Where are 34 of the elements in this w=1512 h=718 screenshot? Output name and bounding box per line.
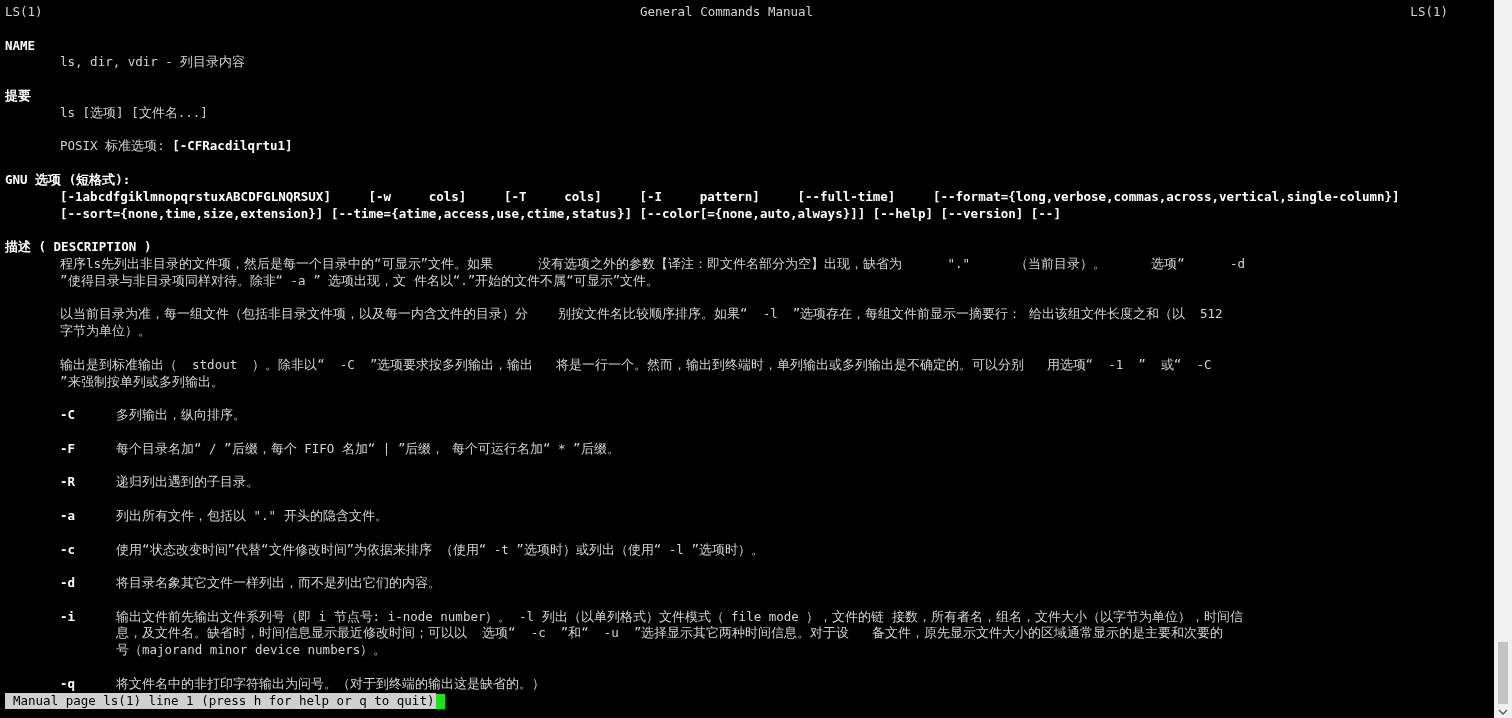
scrollbar[interactable] xyxy=(1494,0,1512,718)
option-name: -C xyxy=(60,407,76,423)
option-description: 将文件名中的非打印字符输出为问号。（对于到终端的输出这是缺省的。） xyxy=(116,675,545,693)
manual-text: 输出是到标准输出（ stdout ）。除非以“ -C ”选项要求按多列输出，输出 将是一行一个。然而，输出到终端时，单列输出或多列输出是不确定的。可以分别 用选项“ -1 ” 或“ -C ”来强制按单列或多列输出。 xyxy=(60,356,1212,391)
manual-text: POSIX 标准选项: [-CFRacdilqrtu1] xyxy=(60,138,293,156)
option-description: 使用“状态改变时间”代替“文件修改时间”为依据来排序 （使用“ -t ”选项时）或列出（使用“ -l ”选项时）。 xyxy=(116,541,764,559)
section-heading: 描述 ( DESCRIPTION ) xyxy=(5,239,152,256)
option-synopsis: [-1abcdfgiklmnopqrstuxABCDFGLNQRSUX] [-w cols] [-T cols] [-I pattern] [--full-time] [--format={long,verbose,commas,across,vertical,single-column}] [--sort={none,time,size,extension}] [--time={atime,access,use,ctime,status}] [--color[={none,auto,always}]] [--help] [--version] [--] xyxy=(60,188,1400,223)
option-description: 递归列出遇到的子目录。 xyxy=(116,474,259,492)
page-header-text: LS(1) xyxy=(5,4,43,21)
option-description: 列出所有文件，包括以 "." 开头的隐含文件。 xyxy=(116,507,388,525)
scroll-down-icon[interactable] xyxy=(1498,709,1508,715)
manual-text: 程序ls先列出非目录的文件项，然后是每一个目录中的“可显示”文件。如果 没有选项之外的参数【译注：即文件名部分为空】出现，缺省为 "." （当前目录）。 选项“ -d ”使得目录与非目录项同样对待。除非“ -a ” 选项出现，文 件名以“.”开始的文件不属“可显示”文件。 xyxy=(60,255,1246,290)
section-heading: 提要 xyxy=(5,88,31,105)
option-name: -a xyxy=(60,507,76,523)
text-cursor xyxy=(436,693,446,709)
option-description: 输出文件前先输出文件系列号（即 i 节点号: i-node number）。 -l 列出（以单列格式）文件模式（ file mode ），文件的链 接数，所有者名，组名，文件大小（以字节为单位），时间信 息，及文件名。缺省时，时间信息显示最近修改时间；可以以 选项“ -c ”和“ -u ”选择显示其它两种时间信息。对于设 备文件，原先显示文件大小的区域通常显示的是主要和次要的 号（majorand minor device numbers）。 xyxy=(116,608,1243,660)
option-name: -c xyxy=(60,541,76,557)
scrollbar-thumb[interactable] xyxy=(1498,642,1508,704)
option-name: -F xyxy=(60,440,76,456)
option-name: -q xyxy=(60,675,76,691)
option-name: -d xyxy=(60,575,76,591)
option-description: 多列输出，纵向排序。 xyxy=(116,407,246,424)
option-name: -R xyxy=(60,474,76,490)
manual-title: General Commands Manual xyxy=(639,4,814,21)
option-description: 将目录名象其它文件一样列出，而不是列出它们的内容。 xyxy=(116,575,441,592)
section-heading: GNU 选项 (短格式): xyxy=(5,171,131,189)
option-name: -i xyxy=(60,608,76,624)
section-heading: NAME xyxy=(5,37,36,55)
manual-text: 以当前目录为准，每一组文件（包括非目录文件项，以及每一内含文件的目录）分 别按文件名比较顺序排序。如果“ -l ”选项存在，每组文件前显示一摘要行： 给出该组文件长度之和（以 512 字节为单位）。 xyxy=(60,306,1223,340)
manual-text: ls [选项] [文件名...] xyxy=(60,104,208,122)
manual-text: ls, dir, vdir - 列目录内容 xyxy=(60,54,246,72)
page-header-text: LS(1) xyxy=(1410,4,1448,21)
option-description: 每个目录名加“ / ”后缀，每个 FIFO 名加“ | ”后缀， 每个可运行名加“ * ”后缀。 xyxy=(116,440,620,458)
